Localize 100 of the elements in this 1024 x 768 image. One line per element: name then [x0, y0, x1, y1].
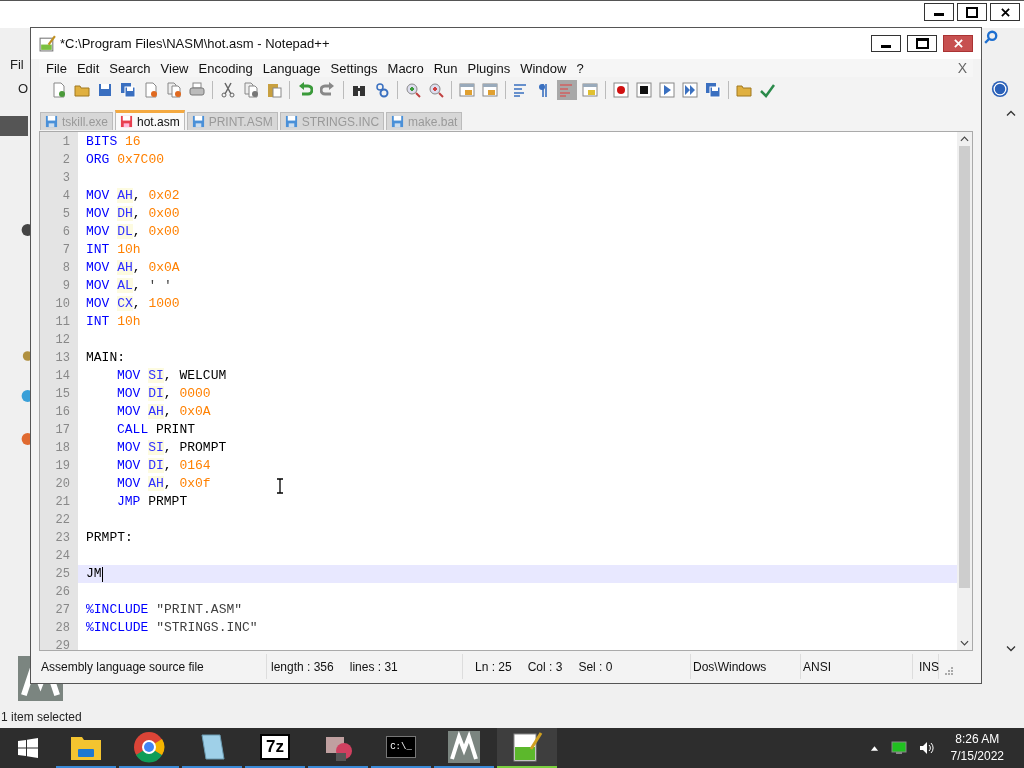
taskbar-app[interactable]: C:\_ — [371, 728, 431, 768]
line-number: 6 — [61, 224, 71, 241]
status-text: Col : 3 — [527, 659, 563, 674]
minimize-button[interactable] — [871, 35, 901, 52]
indent-guide-icon — [559, 81, 575, 98]
toolbar-button[interactable] — [634, 79, 654, 100]
code-line: %INCLUDE "PRINT.ASM" — [86, 601, 243, 619]
restore-button[interactable] — [957, 3, 987, 21]
close-icon — [1000, 7, 1010, 17]
line-number: 19 — [54, 458, 71, 475]
status-text: Assembly language source file — [41, 659, 204, 674]
scroll-thumb[interactable] — [959, 146, 970, 588]
line-number: 9 — [61, 278, 71, 295]
word-wrap-icon — [513, 81, 529, 98]
search-icon[interactable] — [984, 30, 998, 44]
line-number: 14 — [54, 368, 71, 385]
fast-forward-icon — [682, 81, 698, 98]
close-button[interactable] — [943, 35, 973, 52]
close-tab-button[interactable]: X — [957, 60, 973, 76]
menu-item[interactable]: Window — [515, 60, 572, 76]
ribbon-label: O — [18, 81, 29, 96]
scissors-icon — [220, 81, 236, 98]
close-icon — [953, 39, 963, 48]
code-line: JMP PRMPT — [117, 493, 188, 511]
unsaved-file-icon — [120, 115, 133, 128]
taskbar-app[interactable] — [497, 728, 557, 768]
menu-item[interactable]: Language — [257, 60, 326, 76]
copy-icon — [243, 81, 259, 98]
line-number: 13 — [54, 350, 71, 367]
line-number: 28 — [54, 620, 71, 637]
menu-item[interactable]: Encoding — [193, 60, 258, 76]
scroll-down-icon[interactable] — [1006, 645, 1016, 652]
code-line: MAIN: — [86, 349, 125, 367]
code-line: MOV DH, 0x00 — [86, 205, 180, 223]
line-number: 24 — [54, 548, 71, 565]
status-text: length : 356 — [271, 659, 334, 674]
document-map-icon — [582, 81, 598, 98]
line-number: 8 — [61, 260, 71, 277]
status-text: Sel : 0 — [578, 659, 613, 674]
scroll-up-icon[interactable] — [1006, 110, 1016, 117]
taskbar-app[interactable]: 7z — [245, 728, 305, 768]
code-line: MOV SI, WELCUM — [117, 367, 227, 385]
monitor-icon[interactable] — [890, 741, 907, 755]
close-document-icon — [143, 81, 159, 98]
scroll-down-icon[interactable] — [960, 640, 969, 646]
code-line: MOV DI, 0000 — [117, 385, 211, 403]
clipboard-icon — [266, 81, 282, 98]
speaker-icon[interactable] — [918, 741, 935, 755]
caret-up-icon[interactable] — [869, 745, 879, 751]
saved-file-icon — [191, 115, 205, 128]
close-button[interactable] — [990, 3, 1020, 21]
line-number: 18 — [54, 440, 71, 457]
app-icon — [448, 731, 480, 763]
menu-item[interactable]: Search — [104, 60, 156, 76]
help-icon[interactable] — [991, 80, 1009, 98]
notepad-icon — [39, 35, 56, 52]
line-number: 3 — [61, 170, 71, 187]
menu-item[interactable]: ? — [571, 60, 589, 76]
window-icon — [482, 81, 498, 98]
code-line: INT 10h — [86, 241, 141, 259]
code-line: JM — [86, 565, 102, 583]
saved-file-icon — [391, 115, 405, 128]
text-caret — [101, 566, 103, 582]
line-number: 12 — [54, 332, 71, 349]
status-text: Dos\Windows — [693, 659, 767, 674]
save-macro-icon — [705, 81, 721, 98]
code-line: PRMPT: — [86, 529, 133, 547]
line-number: 29 — [54, 638, 71, 650]
menu-item[interactable]: View — [155, 60, 194, 76]
code-line: ORG 0x7C00 — [86, 151, 165, 169]
printer-icon — [189, 81, 205, 98]
taskbar-app[interactable] — [434, 728, 494, 768]
window-title: *C:\Program Files\NASM\hot.asm - Notepad++ — [60, 36, 330, 51]
line-number: 17 — [54, 422, 71, 439]
menu-item[interactable]: Edit — [71, 60, 105, 76]
menu-item[interactable]: Fil — [10, 57, 24, 72]
maximize-button[interactable] — [907, 35, 937, 52]
text-cursor-icon — [276, 478, 284, 494]
line-number: 20 — [54, 476, 71, 493]
zoom-out-icon — [428, 81, 444, 98]
code-line: MOV AH, 0x0A — [117, 403, 211, 421]
menu-item[interactable]: Plugins — [462, 60, 516, 76]
line-number: 23 — [54, 530, 71, 547]
menu-item[interactable]: Macro — [382, 60, 429, 76]
line-number: 21 — [54, 494, 71, 511]
file-tab[interactable]: hot.asm — [115, 110, 185, 130]
start-button[interactable] — [18, 738, 38, 758]
menu-item[interactable]: Run — [428, 60, 463, 76]
menu-item[interactable]: File — [41, 60, 72, 76]
resize-grip-icon[interactable] — [945, 667, 953, 675]
code-line: MOV DI, 0164 — [117, 457, 211, 475]
scrollbar[interactable] — [957, 132, 972, 650]
line-number: 22 — [54, 512, 71, 529]
line-number: 26 — [54, 584, 71, 601]
status-text: lines : 31 — [349, 659, 398, 674]
clock-date: 7/15/2022 — [950, 748, 1004, 765]
scroll-up-icon[interactable] — [960, 136, 969, 142]
minimize-button[interactable] — [924, 3, 954, 21]
menu-item[interactable]: Settings — [325, 60, 383, 76]
stop-icon — [636, 81, 652, 98]
